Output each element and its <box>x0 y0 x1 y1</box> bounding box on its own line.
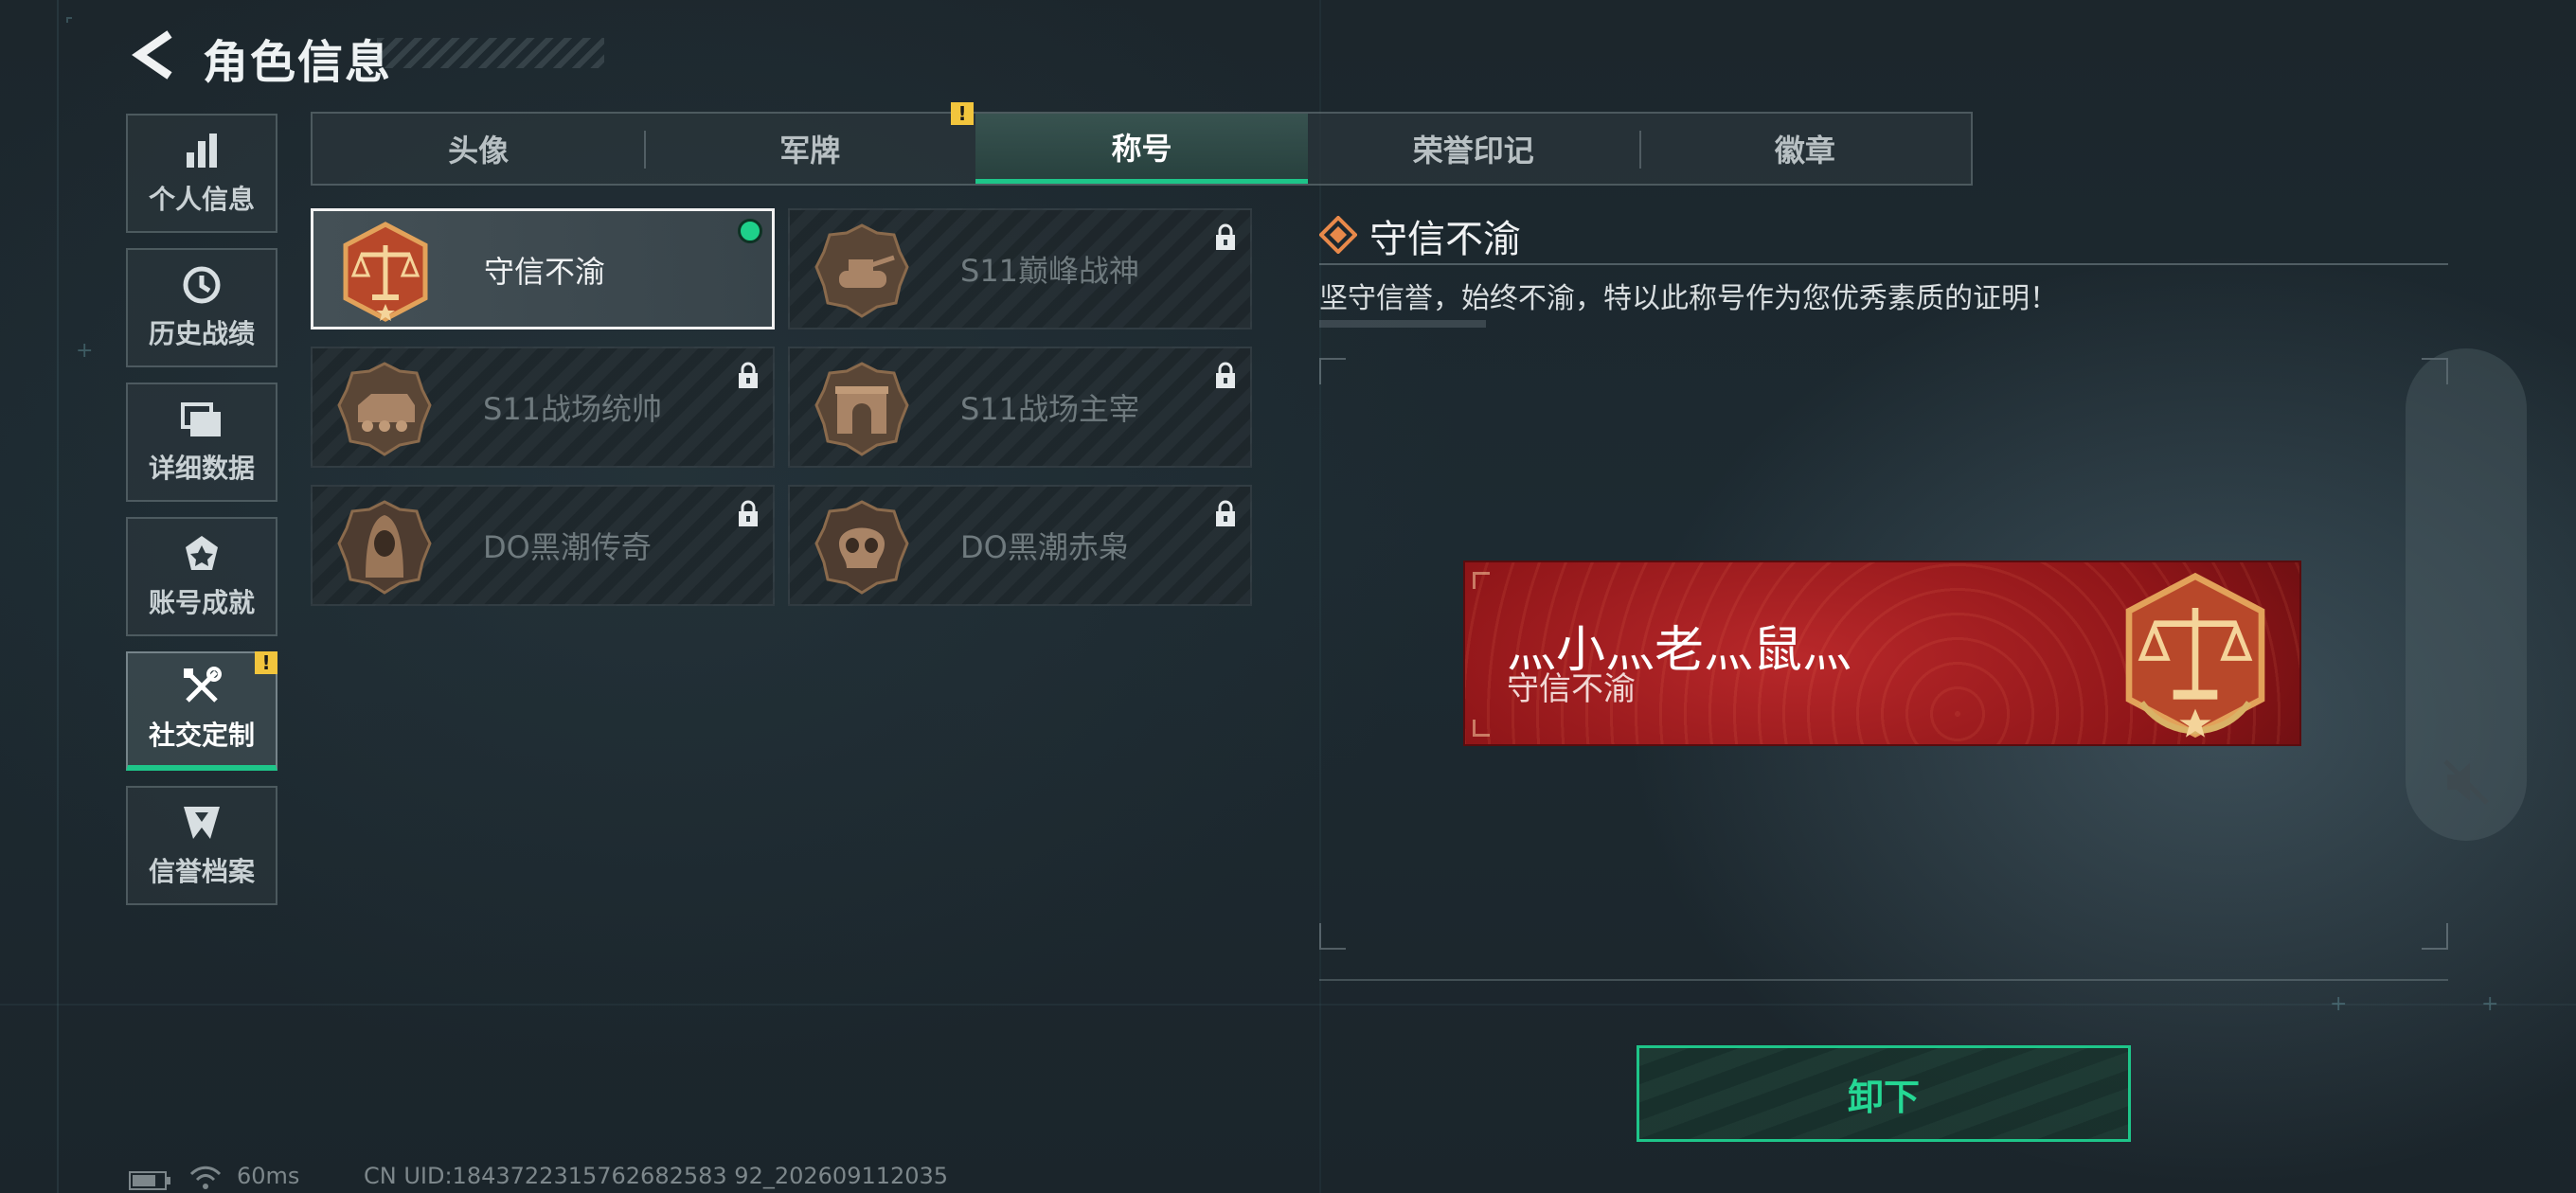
back-button[interactable] <box>123 23 184 87</box>
divider <box>1319 263 2448 265</box>
sidebar-item-detailed-data[interactable]: 详细数据 <box>126 383 277 502</box>
hud-corner-mark <box>66 17 72 23</box>
skull-medal-icon <box>814 500 909 595</box>
sidebar-item-history[interactable]: 历史战绩 <box>126 248 277 367</box>
frame-corner <box>1319 358 1346 384</box>
detail-title-name: 守信不渝 <box>1369 218 1521 261</box>
title-card[interactable]: DO黑潮传奇 <box>311 485 775 606</box>
battery-icon <box>129 1171 170 1190</box>
banner-corner <box>1473 572 1490 589</box>
lock-icon <box>1216 362 1235 388</box>
frame-corner <box>1319 923 1346 950</box>
credit-icon <box>181 802 223 844</box>
divider <box>1319 979 2448 981</box>
sidebar-item-personal-info[interactable]: 个人信息 <box>126 114 277 233</box>
back-arrow-icon <box>132 30 172 80</box>
speaker-muted-icon <box>2443 759 2489 805</box>
apc-medal-icon <box>337 362 432 456</box>
scales-medal-icon <box>2125 572 2265 739</box>
tab-avatar[interactable]: 头像 <box>313 114 644 184</box>
equipped-indicator <box>738 219 762 243</box>
title-card-name: S11战场主宰 <box>960 391 1140 427</box>
preview-title: 守信不渝 <box>1507 670 1636 708</box>
unequip-button[interactable]: 卸下 <box>1637 1045 2131 1142</box>
detail-description: 坚守信誉，始终不渝，特以此称号作为您优秀素质的证明！ <box>1319 282 2058 315</box>
hud-plus-mark: + <box>2330 992 2348 1016</box>
page-title: 角色信息 <box>203 36 393 89</box>
title-card-name: S11战场统帅 <box>483 391 663 427</box>
wifi-icon <box>189 1166 222 1189</box>
tab-title[interactable]: 称号 <box>975 114 1308 184</box>
title-preview-banner: 灬小灬老灬鼠灬 守信不渝 <box>1463 561 2301 746</box>
sidebar-item-achievements[interactable]: 账号成就 <box>126 517 277 636</box>
warning-badge: ! <box>255 651 277 674</box>
achievement-icon <box>181 533 223 575</box>
title-card[interactable]: S11战场统帅 <box>311 347 775 468</box>
title-card[interactable]: 守信不渝 <box>311 208 775 329</box>
hooded-figure-medal-icon <box>337 500 432 595</box>
hud-grid-line <box>57 0 59 1193</box>
hud-grid-line <box>0 1004 2576 1006</box>
sidebar-item-credit-record[interactable]: 信誉档案 <box>126 786 277 905</box>
lock-icon <box>739 362 758 388</box>
decoration-bar <box>1319 320 1486 328</box>
mute-button[interactable] <box>2432 748 2500 816</box>
banner-corner <box>1473 720 1490 737</box>
hud-plus-mark: + <box>2481 992 2499 1016</box>
sidebar-item-label: 账号成就 <box>148 587 255 618</box>
tab-badge[interactable]: 徽章 <box>1638 114 1971 184</box>
scales-medal-icon <box>343 222 428 322</box>
bar-chart-icon <box>181 130 223 171</box>
title-decoration <box>377 38 604 68</box>
tank-medal-icon <box>814 223 909 318</box>
lock-icon <box>739 500 758 526</box>
title-card-name: DO黑潮赤枭 <box>960 529 1129 565</box>
tab-dog-tag[interactable]: 军牌 <box>644 114 975 184</box>
hud-plus-mark: + <box>76 339 94 363</box>
tab-bar: 头像 军牌 称号 荣誉印记 徽章 <box>311 112 1973 186</box>
sidebar-item-label: 个人信息 <box>148 184 255 215</box>
title-card[interactable]: S11战场主宰 <box>788 347 1252 468</box>
history-icon <box>181 264 223 306</box>
title-card-name: S11巅峰战神 <box>960 253 1140 289</box>
title-card[interactable]: DO黑潮赤枭 <box>788 485 1252 606</box>
title-card[interactable]: S11巅峰战神 <box>788 208 1252 329</box>
warning-badge: ! <box>951 102 974 125</box>
sidebar-item-label: 社交定制 <box>148 720 255 751</box>
title-card-name: DO黑潮传奇 <box>483 529 652 565</box>
arch-medal-icon <box>814 362 909 456</box>
lock-icon <box>1216 500 1235 526</box>
sidebar-item-label: 历史战绩 <box>148 318 255 349</box>
tab-honor-mark[interactable]: 荣誉印记 <box>1308 114 1639 184</box>
sidebar-item-social-custom[interactable]: 社交定制 ! <box>126 651 277 771</box>
lock-icon <box>1216 223 1235 250</box>
frame-corner <box>2422 923 2448 950</box>
ping-readout: 60ms <box>237 1163 300 1189</box>
sidebar-item-label: 详细数据 <box>148 453 255 484</box>
sidebar-item-label: 信誉档案 <box>148 856 255 887</box>
user-uid: CN UID:1843722315762682583 92_2026091120… <box>364 1163 949 1189</box>
tools-icon <box>181 666 223 707</box>
title-card-name: 守信不渝 <box>484 254 606 290</box>
title-rarity-icon <box>1319 216 1357 254</box>
folders-icon <box>181 399 223 440</box>
